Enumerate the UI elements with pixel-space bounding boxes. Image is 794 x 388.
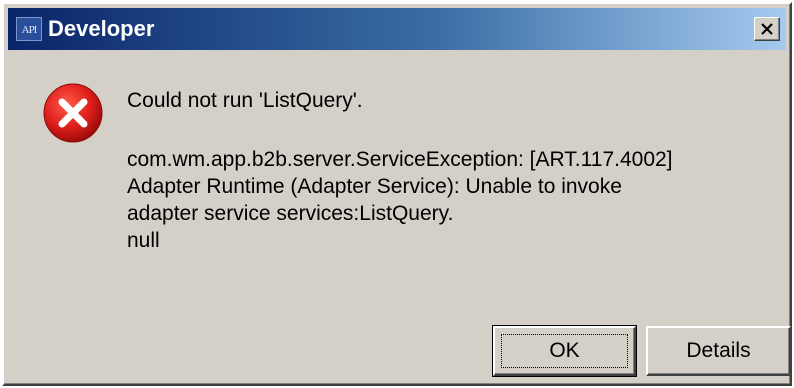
error-detail-line: null	[127, 229, 160, 252]
details-button-label: Details	[686, 339, 751, 362]
error-detail-line: Adapter Runtime (Adapter Service): Unabl…	[127, 175, 622, 198]
window-title: Developer	[48, 16, 155, 41]
error-headline: Could not run 'ListQuery'.	[127, 89, 363, 112]
close-button[interactable]	[754, 17, 780, 41]
close-icon	[761, 23, 773, 35]
app-icon: API	[16, 17, 42, 41]
error-detail-line: com.wm.app.b2b.server.ServiceException: …	[127, 148, 673, 171]
ok-button[interactable]: OK	[492, 325, 637, 377]
error-detail-line: adapter service services:ListQuery.	[127, 202, 454, 225]
details-button[interactable]: Details	[646, 326, 791, 376]
title-bar[interactable]: API Developer	[8, 8, 786, 50]
error-x-icon	[43, 83, 103, 143]
error-dialog: API Developer Could not run 'ListQuery'.…	[2, 2, 792, 386]
focus-rectangle	[501, 334, 628, 368]
error-message: Could not run 'ListQuery'. com.wm.app.b2…	[127, 87, 777, 254]
